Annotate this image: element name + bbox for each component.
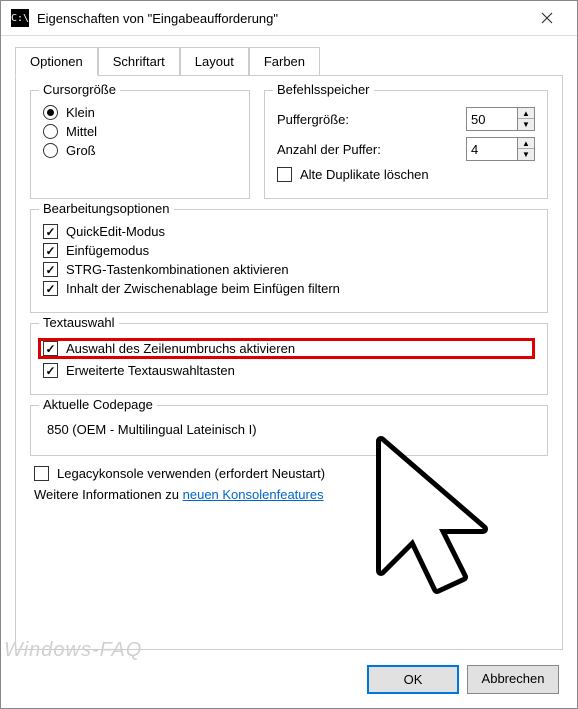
cursor-medium-row[interactable]: Mittel (43, 124, 237, 139)
radio-icon (43, 143, 58, 158)
spinner-down-icon[interactable]: ▼ (518, 149, 534, 160)
edit-options-group: Bearbeitungsoptionen QuickEdit-Modus Ein… (30, 209, 548, 313)
linewrap-row[interactable]: Auswahl des Zeilenumbruchs aktivieren (38, 338, 535, 359)
cancel-button[interactable]: Abbrechen (467, 665, 559, 694)
codepage-group: Aktuelle Codepage 850 (OEM - Multilingua… (30, 405, 548, 456)
checkbox-icon (43, 243, 58, 258)
tab-colors[interactable]: Farben (249, 47, 320, 76)
buffer-size-label: Puffergröße: (277, 112, 349, 127)
discard-duplicates-label: Alte Duplikate löschen (300, 167, 429, 182)
tab-options[interactable]: Optionen (15, 47, 98, 76)
insertmode-label: Einfügemodus (66, 243, 149, 258)
text-selection-legend: Textauswahl (39, 315, 119, 330)
discard-duplicates-row[interactable]: Alte Duplikate löschen (277, 167, 535, 182)
buffer-size-input[interactable] (466, 107, 518, 131)
filterpaste-row[interactable]: Inhalt der Zwischenablage beim Einfügen … (43, 281, 535, 296)
cursor-small-row[interactable]: Klein (43, 105, 237, 120)
close-icon (541, 12, 553, 24)
cursor-medium-label: Mittel (66, 124, 97, 139)
command-history-legend: Befehlsspeicher (273, 82, 374, 97)
extended-select-label: Erweiterte Textauswahltasten (66, 363, 235, 378)
spinner-up-icon[interactable]: ▲ (518, 138, 534, 149)
tab-panel: Cursorgröße Klein Mittel Groß Befehlsspe… (15, 75, 563, 650)
buffer-count-spinner[interactable]: ▲ ▼ (466, 137, 535, 161)
codepage-value: 850 (OEM - Multilingual Lateinisch I) (43, 416, 535, 443)
extended-select-row[interactable]: Erweiterte Textauswahltasten (43, 363, 535, 378)
linewrap-label: Auswahl des Zeilenumbruchs aktivieren (66, 341, 295, 356)
tab-layout[interactable]: Layout (180, 47, 249, 76)
tab-font[interactable]: Schriftart (98, 47, 180, 76)
checkbox-icon (43, 363, 58, 378)
quickedit-label: QuickEdit-Modus (66, 224, 165, 239)
ctrlkeys-row[interactable]: STRG-Tastenkombinationen aktivieren (43, 262, 535, 277)
checkbox-icon (43, 281, 58, 296)
cursor-large-label: Groß (66, 143, 96, 158)
ok-button[interactable]: OK (367, 665, 459, 694)
codepage-legend: Aktuelle Codepage (39, 397, 157, 412)
info-prefix: Weitere Informationen zu (34, 487, 183, 502)
legacy-console-row[interactable]: Legacykonsole verwenden (erfordert Neust… (34, 466, 544, 481)
filterpaste-label: Inhalt der Zwischenablage beim Einfügen … (66, 281, 340, 296)
watermark: Windows-FAQ (4, 639, 142, 662)
tab-strip: Optionen Schriftart Layout Farben (1, 36, 577, 75)
buffer-count-input[interactable] (466, 137, 518, 161)
cmd-icon: C:\ (11, 9, 29, 27)
properties-dialog: C:\ Eigenschaften von "Eingabeaufforderu… (0, 0, 578, 709)
checkbox-icon (34, 466, 49, 481)
checkbox-icon (43, 262, 58, 277)
cursor-size-group: Cursorgröße Klein Mittel Groß (30, 90, 250, 199)
edit-options-legend: Bearbeitungsoptionen (39, 201, 174, 216)
buffer-count-label: Anzahl der Puffer: (277, 142, 381, 157)
cursor-large-row[interactable]: Groß (43, 143, 237, 158)
info-line: Weitere Informationen zu neuen Konsolenf… (34, 487, 544, 502)
quickedit-row[interactable]: QuickEdit-Modus (43, 224, 535, 239)
checkbox-icon (277, 167, 292, 182)
checkbox-icon (43, 224, 58, 239)
text-selection-group: Textauswahl Auswahl des Zeilenumbruchs a… (30, 323, 548, 395)
console-features-link[interactable]: neuen Konsolenfeatures (183, 487, 324, 502)
cursor-size-legend: Cursorgröße (39, 82, 120, 97)
spinner-up-icon[interactable]: ▲ (518, 108, 534, 119)
radio-icon (43, 124, 58, 139)
cursor-small-label: Klein (66, 105, 95, 120)
dialog-buttons: OK Abbrechen (367, 665, 559, 694)
radio-icon (43, 105, 58, 120)
insertmode-row[interactable]: Einfügemodus (43, 243, 535, 258)
legacy-console-label: Legacykonsole verwenden (erfordert Neust… (57, 466, 325, 481)
buffer-size-spinner[interactable]: ▲ ▼ (466, 107, 535, 131)
command-history-group: Befehlsspeicher Puffergröße: ▲ ▼ Anzahl … (264, 90, 548, 199)
close-button[interactable] (527, 3, 567, 33)
spinner-down-icon[interactable]: ▼ (518, 119, 534, 130)
titlebar: C:\ Eigenschaften von "Eingabeaufforderu… (1, 1, 577, 36)
checkbox-icon (43, 341, 58, 356)
window-title: Eigenschaften von "Eingabeaufforderung" (37, 11, 527, 26)
ctrlkeys-label: STRG-Tastenkombinationen aktivieren (66, 262, 289, 277)
